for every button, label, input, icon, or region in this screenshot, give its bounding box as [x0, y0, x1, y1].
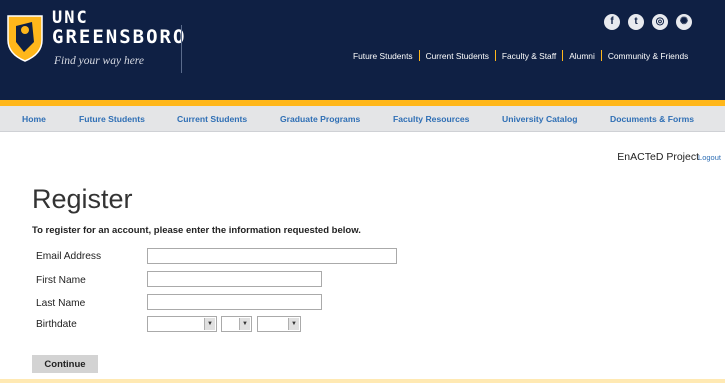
- nav-separator: [418, 50, 420, 61]
- chevron-down-icon: ▼: [239, 318, 250, 330]
- subnav-current-students[interactable]: Current Students: [177, 114, 247, 124]
- brand-unc[interactable]: UNC: [52, 8, 89, 28]
- email-field[interactable]: [147, 248, 397, 264]
- top-nav-future-students[interactable]: Future Students: [353, 51, 413, 61]
- top-nav-current-students[interactable]: Current Students: [426, 51, 489, 61]
- first-name-field[interactable]: [147, 271, 322, 287]
- project-name: EnACTeD Project: [617, 151, 699, 163]
- facebook-icon[interactable]: f: [604, 14, 620, 30]
- spartan-shield-icon[interactable]: [6, 12, 44, 62]
- nav-separator: [600, 50, 602, 61]
- brand-tagline: Find your way here: [54, 55, 144, 67]
- subnav-documents-forms[interactable]: Documents & Forms: [610, 114, 694, 124]
- intro-text: To register for an account, please enter…: [32, 225, 361, 236]
- last-name-label: Last Name: [36, 298, 86, 309]
- birth-day-select[interactable]: ▼: [221, 316, 252, 332]
- subnav-university-catalog[interactable]: University Catalog: [502, 114, 577, 124]
- top-nav-community-friends[interactable]: Community & Friends: [608, 51, 689, 61]
- last-name-field[interactable]: [147, 294, 322, 310]
- globe-icon[interactable]: ✺: [676, 14, 692, 30]
- birth-year-select[interactable]: ▼: [257, 316, 301, 332]
- chevron-down-icon: ▼: [204, 318, 215, 330]
- nav-separator: [494, 50, 496, 61]
- site-header: UNC GREENSBORO Find your way here f t ◎ …: [0, 0, 725, 100]
- footer-accent-line: [0, 379, 725, 383]
- page-title: Register: [32, 184, 133, 214]
- social-links: f t ◎ ✺: [604, 14, 692, 30]
- first-name-label: First Name: [36, 275, 86, 286]
- subnav-home[interactable]: Home: [22, 114, 46, 124]
- secondary-nav: Home Future Students Current Students Gr…: [0, 106, 725, 132]
- chevron-down-icon: ▼: [288, 318, 299, 330]
- subnav-faculty-resources[interactable]: Faculty Resources: [393, 114, 469, 124]
- nav-separator: [562, 50, 564, 61]
- top-nav-faculty-staff[interactable]: Faculty & Staff: [502, 51, 556, 61]
- top-nav-alumni[interactable]: Alumni: [569, 51, 595, 61]
- continue-button[interactable]: Continue: [32, 355, 98, 373]
- twitter-icon[interactable]: t: [628, 14, 644, 30]
- subnav-future-students[interactable]: Future Students: [79, 114, 145, 124]
- birth-month-select[interactable]: ▼: [147, 316, 217, 332]
- subnav-graduate-programs[interactable]: Graduate Programs: [280, 114, 360, 124]
- logout-link[interactable]: Logout: [698, 153, 721, 162]
- top-nav: Future Students Current Students Faculty…: [353, 50, 688, 61]
- logo-divider: [181, 25, 182, 73]
- email-label: Email Address: [36, 251, 102, 262]
- instagram-icon[interactable]: ◎: [652, 14, 668, 30]
- birthdate-label: Birthdate: [36, 319, 77, 330]
- brand-greensboro[interactable]: GREENSBORO: [52, 26, 186, 48]
